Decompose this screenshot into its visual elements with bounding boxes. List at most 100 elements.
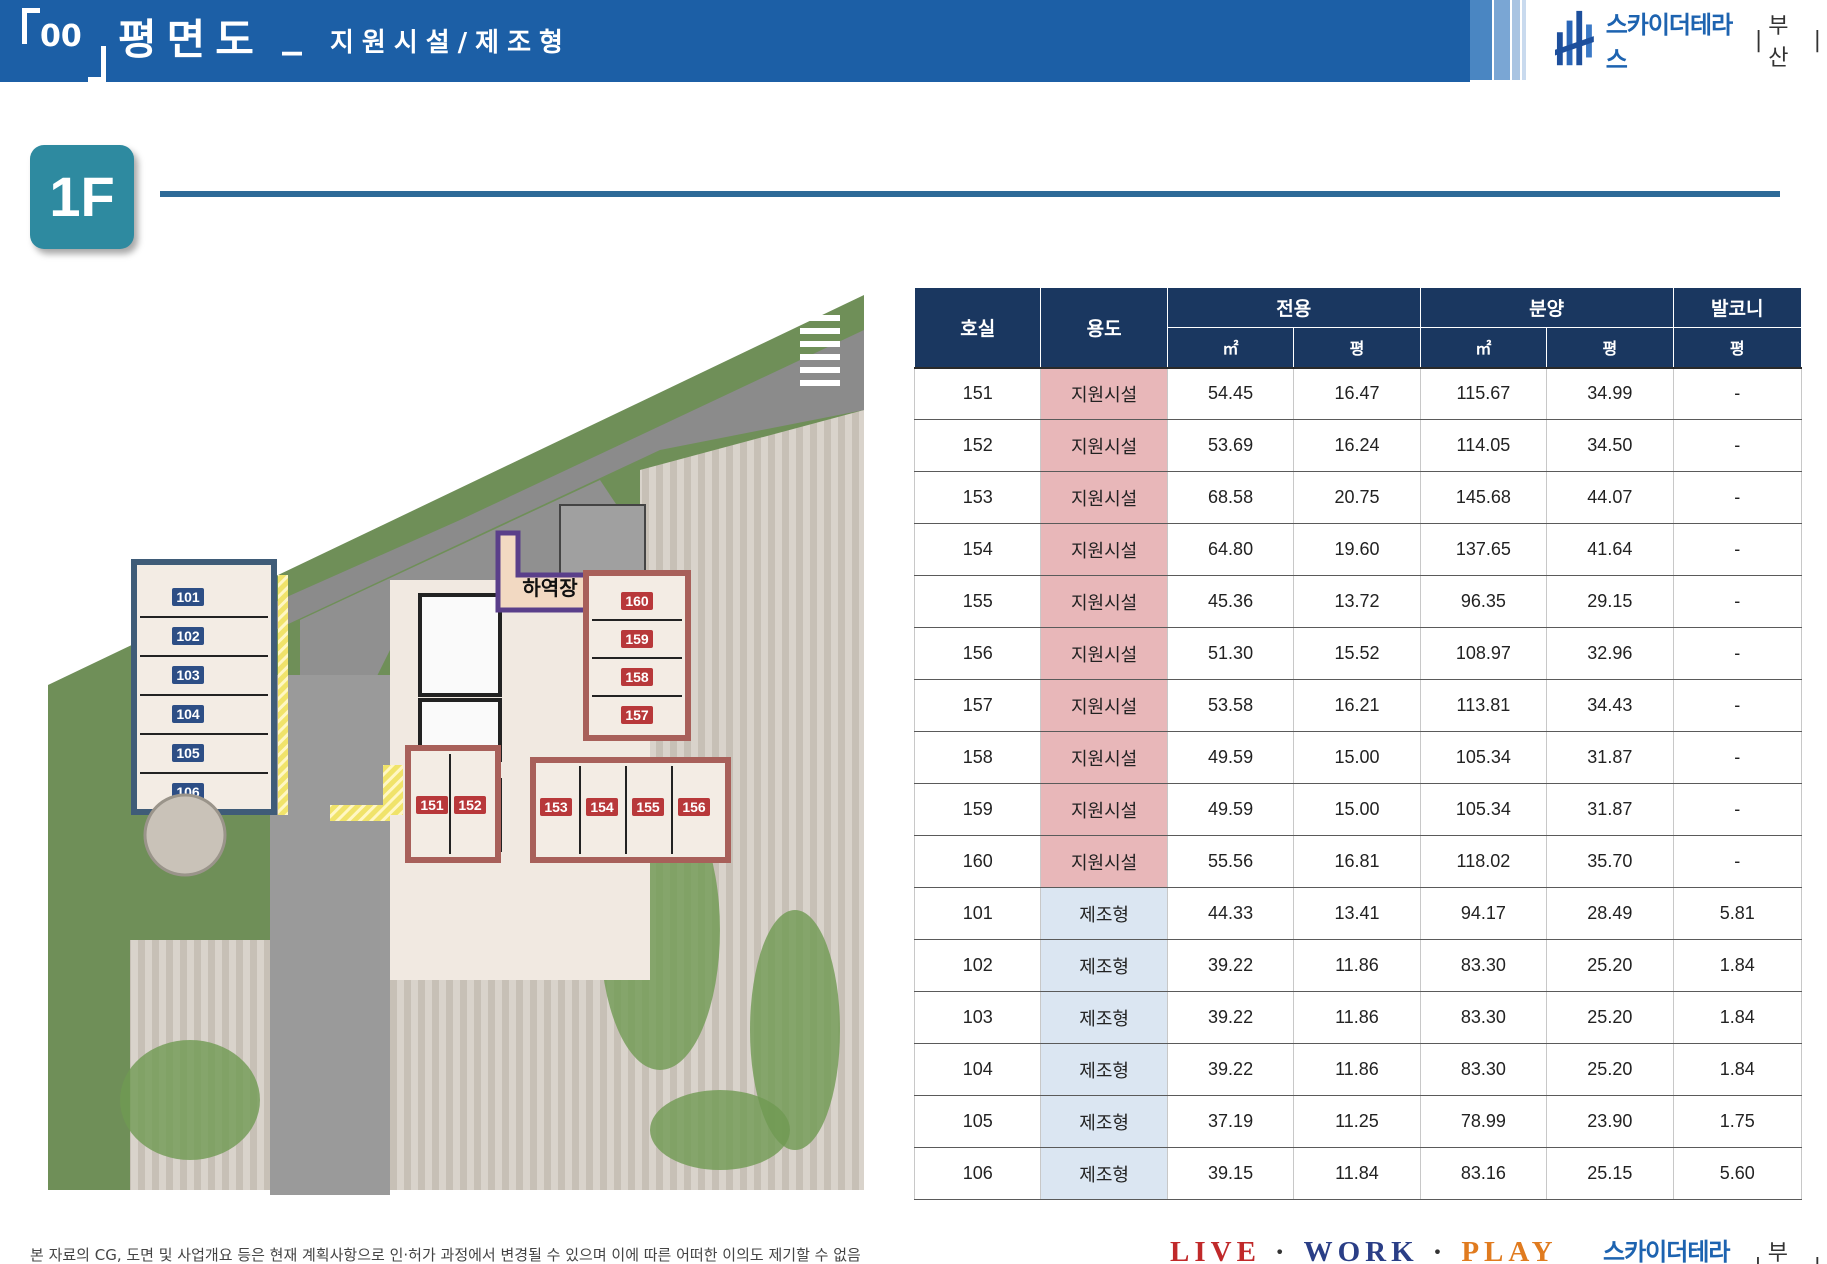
- cell-exclusive-pyeong: 16.24: [1293, 419, 1421, 472]
- cell-sale-pyeong: 29.15: [1546, 575, 1674, 628]
- cell-sale-sqm: 105.34: [1419, 783, 1548, 836]
- cell-exclusive-sqm: 49.59: [1166, 783, 1295, 836]
- col-use-header: 용도: [1040, 287, 1168, 368]
- cell-room: 101: [913, 887, 1042, 940]
- table-row: 155 지원시설 45.36 13.72 96.35 29.15-: [913, 575, 1803, 628]
- col-sale-header: 분양: [1419, 287, 1674, 328]
- core-stairs: [418, 593, 502, 697]
- table-row: 102 제조형 39.22 11.86 83.30 25.20 1.84: [913, 939, 1803, 992]
- cell-use: 지원시설: [1040, 523, 1168, 576]
- floor-badge: 1F: [30, 145, 134, 249]
- table-row: 158 지원시설 49.59 15.00 105.34 31.87-: [913, 731, 1803, 784]
- cell-exclusive-sqm: 39.22: [1166, 991, 1295, 1044]
- brand-city: 부산: [1767, 1241, 1788, 1264]
- cell-sale-sqm: 83.30: [1419, 991, 1548, 1044]
- cell-exclusive-pyeong: 11.84: [1293, 1147, 1421, 1200]
- table-row: 156 지원시설 51.30 15.52 108.97 32.96-: [913, 627, 1803, 680]
- header-stripe: [1494, 0, 1510, 80]
- table-row: 152 지원시설 53.69 16.24 114.05 34.50-: [913, 419, 1803, 472]
- cell-balcony-pyeong: -: [1672, 835, 1803, 888]
- cell-balcony-pyeong: -: [1672, 523, 1803, 576]
- col-bal-py-header: 평: [1672, 327, 1803, 368]
- cell-sale-pyeong: 23.90: [1546, 1095, 1674, 1148]
- cell-exclusive-sqm: 51.30: [1166, 627, 1295, 680]
- cell-balcony-pyeong: -: [1672, 679, 1803, 732]
- unit-number: 104: [176, 706, 200, 722]
- slogan-work: WORK: [1303, 1236, 1419, 1264]
- cell-room: 159: [913, 783, 1042, 836]
- cell-room: 156: [913, 627, 1042, 680]
- disclaimer: 본 자료의 CG, 도면 및 사업개요 등은 현재 계획사항으로 인·허가 과정…: [30, 1246, 861, 1264]
- cell-sale-sqm: 94.17: [1419, 887, 1548, 940]
- cell-sale-pyeong: 34.43: [1546, 679, 1674, 732]
- cell-sale-pyeong: 28.49: [1546, 887, 1674, 940]
- cell-exclusive-pyeong: 19.60: [1293, 523, 1421, 576]
- cell-sale-sqm: 83.30: [1419, 939, 1548, 992]
- title-separator: _: [282, 10, 302, 56]
- table-row: 105 제조형 37.19 11.25 78.99 23.90 1.75: [913, 1095, 1803, 1148]
- cell-exclusive-pyeong: 16.21: [1293, 679, 1421, 732]
- cell-room: 158: [913, 731, 1042, 784]
- cell-room: 106: [913, 1147, 1042, 1200]
- page-subtitle: 지원시설/제조형: [330, 28, 571, 58]
- cell-balcony-pyeong: -: [1672, 419, 1803, 472]
- slogan-dot: ·: [1274, 1236, 1290, 1264]
- hatch-strip: [383, 765, 403, 815]
- brand-mark-icon: [1555, 10, 1594, 66]
- cell-room: 105: [913, 1095, 1042, 1148]
- cell-use: 지원시설: [1040, 471, 1168, 524]
- cell-sale-sqm: 137.65: [1419, 523, 1548, 576]
- cell-room: 153: [913, 471, 1042, 524]
- cell-exclusive-sqm: 39.15: [1166, 1147, 1295, 1200]
- cell-use: 지원시설: [1040, 575, 1168, 628]
- cell-room: 103: [913, 991, 1042, 1044]
- cell-balcony-pyeong: -: [1672, 783, 1803, 836]
- cell-use: 제조형: [1040, 1147, 1168, 1200]
- cell-exclusive-sqm: 49.59: [1166, 731, 1295, 784]
- cell-room: 160: [913, 835, 1042, 888]
- unit-number: 157: [625, 707, 649, 723]
- cell-exclusive-pyeong: 16.81: [1293, 835, 1421, 888]
- unit-number: 159: [625, 631, 649, 647]
- cell-balcony-pyeong: -: [1672, 366, 1803, 420]
- table-body: 151 지원시설 54.45 16.47 115.67 34.99-152 지원시설 53.6…: [913, 366, 1803, 1200]
- section-number-text: 00: [40, 19, 82, 54]
- cell-balcony-pyeong: 1.75: [1672, 1095, 1803, 1148]
- cell-sale-sqm: 108.97: [1419, 627, 1548, 680]
- table-row: 153 지원시설 68.58 20.75 145.68 44.07-: [913, 471, 1803, 524]
- cell-use: 지원시설: [1040, 731, 1168, 784]
- green-south: [120, 1040, 260, 1160]
- cell-balcony-pyeong: 5.60: [1672, 1147, 1803, 1200]
- cell-sale-pyeong: 34.99: [1546, 366, 1674, 420]
- cell-use: 제조형: [1040, 1095, 1168, 1148]
- cell-sale-sqm: 96.35: [1419, 575, 1548, 628]
- cell-exclusive-sqm: 37.19: [1166, 1095, 1295, 1148]
- cell-use: 지원시설: [1040, 366, 1168, 420]
- cell-exclusive-sqm: 53.58: [1166, 679, 1295, 732]
- cell-balcony-pyeong: -: [1672, 731, 1803, 784]
- brand-separator: |: [1754, 27, 1763, 53]
- brand-logo-footer: 스카이더테라스 | 부산 |: [1603, 1232, 1827, 1264]
- cell-exclusive-pyeong: 15.00: [1293, 731, 1421, 784]
- floor-plan: 하역장 101102103104105106 160159158157 151 1…: [48, 295, 864, 1195]
- cell-sale-sqm: 83.30: [1419, 1043, 1548, 1096]
- brand-separator: |: [1813, 27, 1821, 53]
- cell-use: 지원시설: [1040, 679, 1168, 732]
- table-row: 104 제조형 39.22 11.86 83.30 25.20 1.84: [913, 1043, 1803, 1096]
- unit-number: 153: [544, 799, 568, 815]
- cell-sale-sqm: 78.99: [1419, 1095, 1548, 1148]
- cell-use: 지원시설: [1040, 627, 1168, 680]
- hatch-strip: [278, 575, 288, 815]
- brand-separator: |: [1814, 1255, 1821, 1264]
- plaza-circle: [143, 793, 227, 877]
- col-sale-sqm-header: ㎡: [1419, 327, 1548, 368]
- col-room-header: 호실: [913, 287, 1042, 368]
- cell-exclusive-sqm: 64.80: [1166, 523, 1295, 576]
- cell-exclusive-sqm: 39.22: [1166, 939, 1295, 992]
- slogan-dot: ·: [1432, 1236, 1448, 1264]
- cell-balcony-pyeong: -: [1672, 471, 1803, 524]
- section-number: 00: [22, 8, 106, 82]
- cell-exclusive-sqm: 55.56: [1166, 835, 1295, 888]
- unit-number: 105: [176, 745, 200, 761]
- cell-balcony-pyeong: 1.84: [1672, 1043, 1803, 1096]
